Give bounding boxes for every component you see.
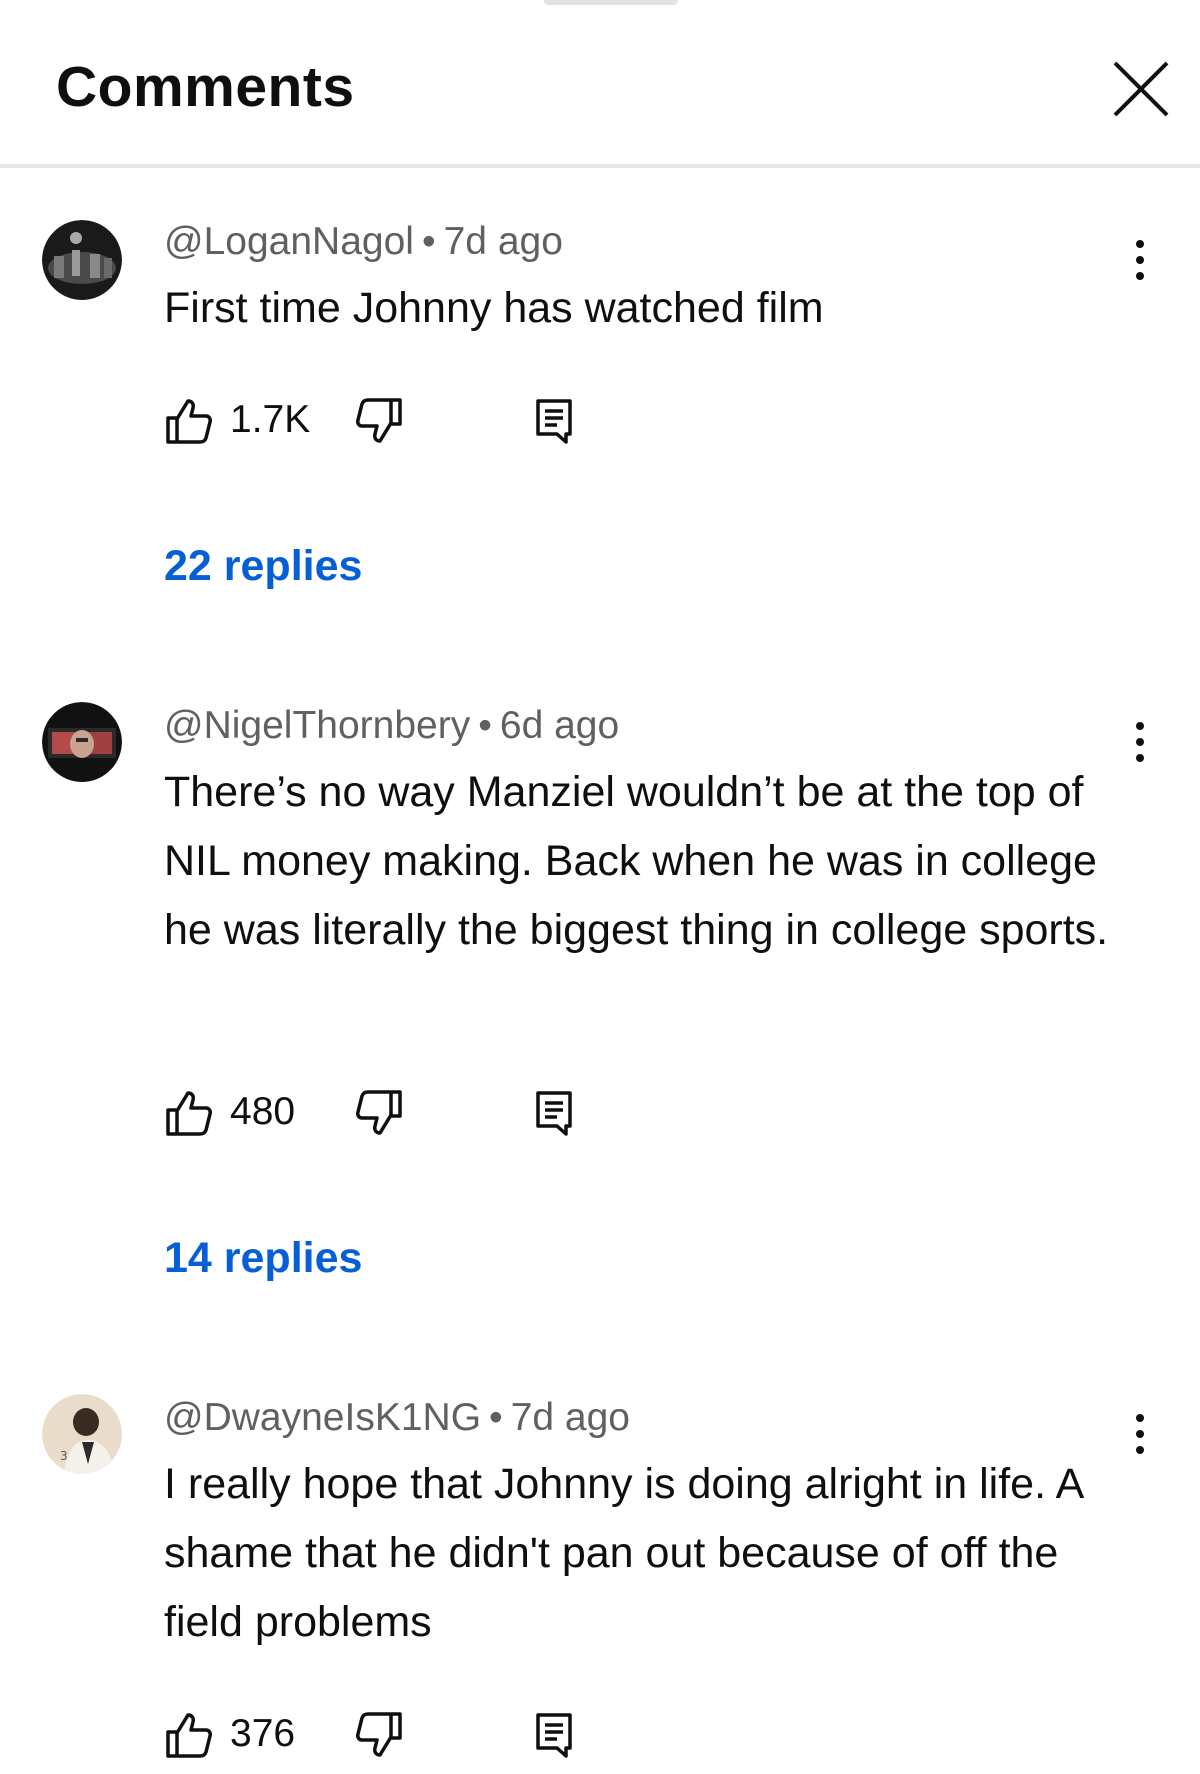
- like-button[interactable]: [164, 396, 214, 446]
- like-count: 376: [230, 1712, 296, 1755]
- reply-button[interactable]: [529, 1088, 579, 1138]
- reply-button[interactable]: [529, 396, 579, 446]
- reply-icon: [536, 1091, 572, 1136]
- thumbs-down-icon: [356, 1712, 402, 1757]
- thumbs-up-icon: [166, 1091, 212, 1136]
- avatar[interactable]: [42, 702, 122, 782]
- meta-separator: •: [478, 704, 492, 747]
- comment-time: 6d ago: [499, 704, 620, 747]
- dislike-button[interactable]: [354, 396, 404, 446]
- reply-icon: [536, 1713, 572, 1758]
- like-button[interactable]: [164, 1088, 214, 1138]
- close-icon: [1113, 61, 1169, 117]
- avatar[interactable]: [42, 220, 122, 300]
- thumbs-up-icon: [166, 399, 212, 444]
- comment-text: First time Johnny has watched film: [164, 284, 824, 332]
- comment-meta: @LoganNagol • 7d ago: [164, 220, 563, 264]
- reply-icon: [536, 399, 572, 444]
- page-title: Comments: [56, 55, 355, 119]
- close-button[interactable]: [1098, 46, 1184, 132]
- thumbs-up-icon: [166, 1713, 212, 1758]
- comment-text: I really hope that Johnny is doing alrig…: [164, 1460, 1082, 1646]
- comment-meta: @DwayneIsK1NG • 7d ago: [164, 1396, 630, 1440]
- more-vertical-icon: [1136, 240, 1144, 280]
- svg-text:3: 3: [60, 1449, 68, 1463]
- dislike-button[interactable]: [354, 1710, 404, 1760]
- comment-time: 7d ago: [510, 1396, 630, 1439]
- like-count: 1.7K: [230, 398, 311, 441]
- more-vertical-icon: [1136, 722, 1144, 762]
- view-replies-link[interactable]: 14 replies: [164, 1234, 362, 1283]
- comment-time: 7d ago: [443, 220, 563, 263]
- comment-meta: @NigelThornbery • 6d ago: [164, 704, 619, 748]
- dislike-button[interactable]: [354, 1088, 404, 1138]
- like-count: 480: [230, 1090, 296, 1133]
- avatar[interactable]: 3: [42, 1394, 122, 1474]
- like-button[interactable]: [164, 1710, 214, 1760]
- comment-actions: 376: [164, 1706, 584, 1762]
- comment-author[interactable]: @LoganNagol: [164, 220, 414, 263]
- meta-separator: •: [421, 220, 436, 263]
- thumbs-down-icon: [356, 398, 402, 443]
- comment-actions: 480: [164, 1084, 584, 1140]
- comment-actions: 1.7K: [164, 392, 584, 448]
- more-vertical-icon: [1136, 1414, 1144, 1454]
- comments-header: Comments: [0, 0, 1200, 168]
- thumbs-down-icon: [356, 1090, 402, 1135]
- comment-text: There’s no way Manziel wouldn’t be at th…: [164, 768, 1109, 954]
- view-replies-link[interactable]: 22 replies: [164, 542, 362, 591]
- reply-button[interactable]: [529, 1710, 579, 1760]
- comment-author[interactable]: @NigelThornbery: [164, 704, 470, 747]
- meta-separator: •: [489, 1396, 503, 1439]
- comment-author[interactable]: @DwayneIsK1NG: [164, 1396, 481, 1439]
